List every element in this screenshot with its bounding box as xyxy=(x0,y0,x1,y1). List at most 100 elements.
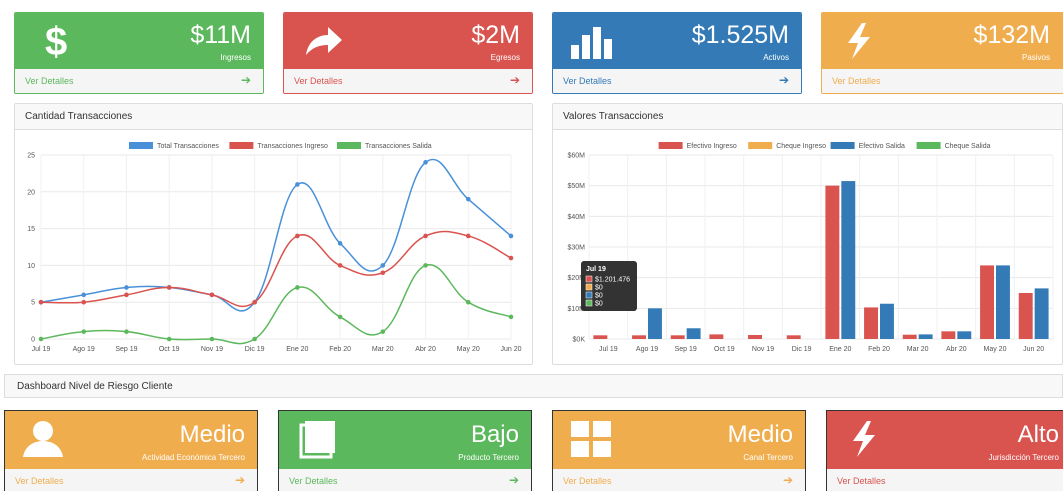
arrow-right-icon: ➔ xyxy=(509,73,520,87)
stat-card-top: $ $11M Ingresos xyxy=(15,13,263,69)
data-point xyxy=(166,285,172,290)
bar xyxy=(941,331,956,339)
legend-label: Efectivo Salida xyxy=(859,143,905,150)
stat-value: $11M xyxy=(190,21,251,49)
bar xyxy=(709,334,724,339)
legend-swatch xyxy=(916,142,941,149)
x-tick-label: Ago 19 xyxy=(636,346,658,353)
x-tick-label: Jun 20 xyxy=(500,346,521,353)
data-point xyxy=(124,329,129,334)
dollar-icon: $ xyxy=(45,21,67,61)
legend-swatch xyxy=(229,142,254,149)
risk-level: Medio xyxy=(179,421,245,448)
y-tick-label: $0K xyxy=(573,337,586,344)
data-point xyxy=(380,329,386,334)
tooltip-swatch xyxy=(585,275,593,283)
y-tick-label: 10 xyxy=(27,263,35,270)
risk-card-top: Alto Jurisdicción Tercero xyxy=(827,411,1063,469)
legend-label: Transacciones Ingreso xyxy=(257,143,328,150)
stat-card-top: $132M Pasivos xyxy=(822,13,1063,69)
risk-card-jurisdiccion: Alto Jurisdicción Tercero Ver Detalles xyxy=(826,410,1063,491)
bar xyxy=(648,308,662,339)
bar xyxy=(980,265,994,339)
x-tick-label: Oct 19 xyxy=(714,346,735,353)
panel-title: Valores Transacciones xyxy=(553,104,1062,130)
details-link[interactable]: Ver Detalles ➔ xyxy=(284,69,532,93)
dashboard-page: $ $11M Ingresos Ver Detalles ➔ $2M Egres… xyxy=(0,0,1063,491)
y-tick-label: 15 xyxy=(27,226,35,233)
bar-chart-icon xyxy=(571,27,612,59)
data-point xyxy=(380,263,386,268)
arrow-right-icon: ➔ xyxy=(778,73,789,87)
x-tick-label: Sep 19 xyxy=(115,346,137,353)
details-link[interactable]: Ver Detalles ➔ xyxy=(15,69,263,93)
data-point xyxy=(124,292,129,298)
x-tick-label: Abr 20 xyxy=(946,346,967,353)
legend-swatch xyxy=(830,142,855,149)
details-link[interactable]: Ver Detalles ➔ xyxy=(553,69,801,93)
data-point xyxy=(295,285,300,290)
details-link[interactable]: Ver Detalles ➔ xyxy=(5,469,257,491)
risk-level: Alto xyxy=(1017,421,1059,448)
x-tick-label: Jul 19 xyxy=(599,346,618,353)
data-point xyxy=(209,336,215,342)
stat-card-egresos: $2M Egresos Ver Detalles ➔ xyxy=(283,12,533,94)
x-tick-label: Oct 19 xyxy=(159,346,180,353)
bar xyxy=(686,328,701,339)
legend-swatch xyxy=(337,142,361,149)
bar xyxy=(632,335,646,339)
x-tick-label: Ene 20 xyxy=(286,346,308,353)
bar xyxy=(748,335,762,339)
tooltip-value: $0 xyxy=(595,301,603,308)
data-point xyxy=(465,233,471,239)
x-tick-label: Jul 19 xyxy=(32,346,51,353)
data-point xyxy=(81,299,87,305)
arrow-right-icon: ➔ xyxy=(782,473,793,487)
stat-value: $132M xyxy=(973,21,1050,49)
stat-label: Activos xyxy=(763,53,789,62)
details-link[interactable]: Ver Detalles ➔ xyxy=(279,469,531,491)
data-point xyxy=(124,285,129,290)
bar xyxy=(996,265,1010,339)
x-tick-label: Mar 20 xyxy=(372,346,394,353)
data-point xyxy=(209,292,215,298)
stat-card-top: $2M Egresos xyxy=(284,13,532,69)
tooltip-swatch xyxy=(585,283,593,291)
data-point xyxy=(38,336,44,342)
line-chart: Total Transacciones Transacciones Ingreso… xyxy=(27,142,522,353)
data-point xyxy=(465,196,471,202)
data-point xyxy=(508,314,514,320)
x-tick-label: May 20 xyxy=(457,346,480,353)
details-link-label: Ver Detalles xyxy=(832,76,881,86)
bar xyxy=(902,334,917,339)
risk-label: Actividad Económica Tercero xyxy=(141,453,245,462)
stat-label: Egresos xyxy=(490,53,520,62)
arrow-right-icon: ➔ xyxy=(234,473,245,487)
data-point xyxy=(295,182,300,187)
y-tick-label: $50M xyxy=(567,183,585,190)
y-tick-label: $60M xyxy=(567,153,585,160)
risk-card-canal: Medio Canal Tercero Ver Detalles ➔ xyxy=(552,410,806,491)
legend-label: Cheque Salida xyxy=(945,143,991,150)
share-arrow-icon xyxy=(306,27,342,55)
bar xyxy=(1018,293,1033,339)
legend-label: Total Transacciones xyxy=(157,143,219,150)
details-link-label: Ver Detalles xyxy=(837,476,886,486)
panel-title: Cantidad Transacciones xyxy=(15,104,532,130)
legend-swatch xyxy=(748,142,773,149)
series-line xyxy=(40,230,512,308)
stat-card-activos: $1.525M Activos Ver Detalles ➔ xyxy=(552,12,802,94)
risk-card-top: Bajo Producto Tercero xyxy=(279,411,531,469)
details-link-label: Ver Detalles xyxy=(15,476,64,486)
legend-swatch xyxy=(129,142,153,149)
bar-chart: Efectivo Ingreso Cheque Ingreso Efectivo S… xyxy=(567,142,1054,353)
details-link-label: Ver Detalles xyxy=(563,76,612,86)
stat-label: Ingresos xyxy=(220,53,251,62)
bar xyxy=(825,185,840,339)
details-link[interactable]: Ver Detalles xyxy=(827,469,1063,491)
risk-card-actividad: Medio Actividad Económica Tercero Ver De… xyxy=(4,410,258,491)
details-link[interactable]: Ver Detalles xyxy=(822,69,1063,93)
data-point xyxy=(337,263,343,268)
details-link[interactable]: Ver Detalles ➔ xyxy=(553,469,805,491)
legend-label: Efectivo Ingreso xyxy=(687,143,737,150)
